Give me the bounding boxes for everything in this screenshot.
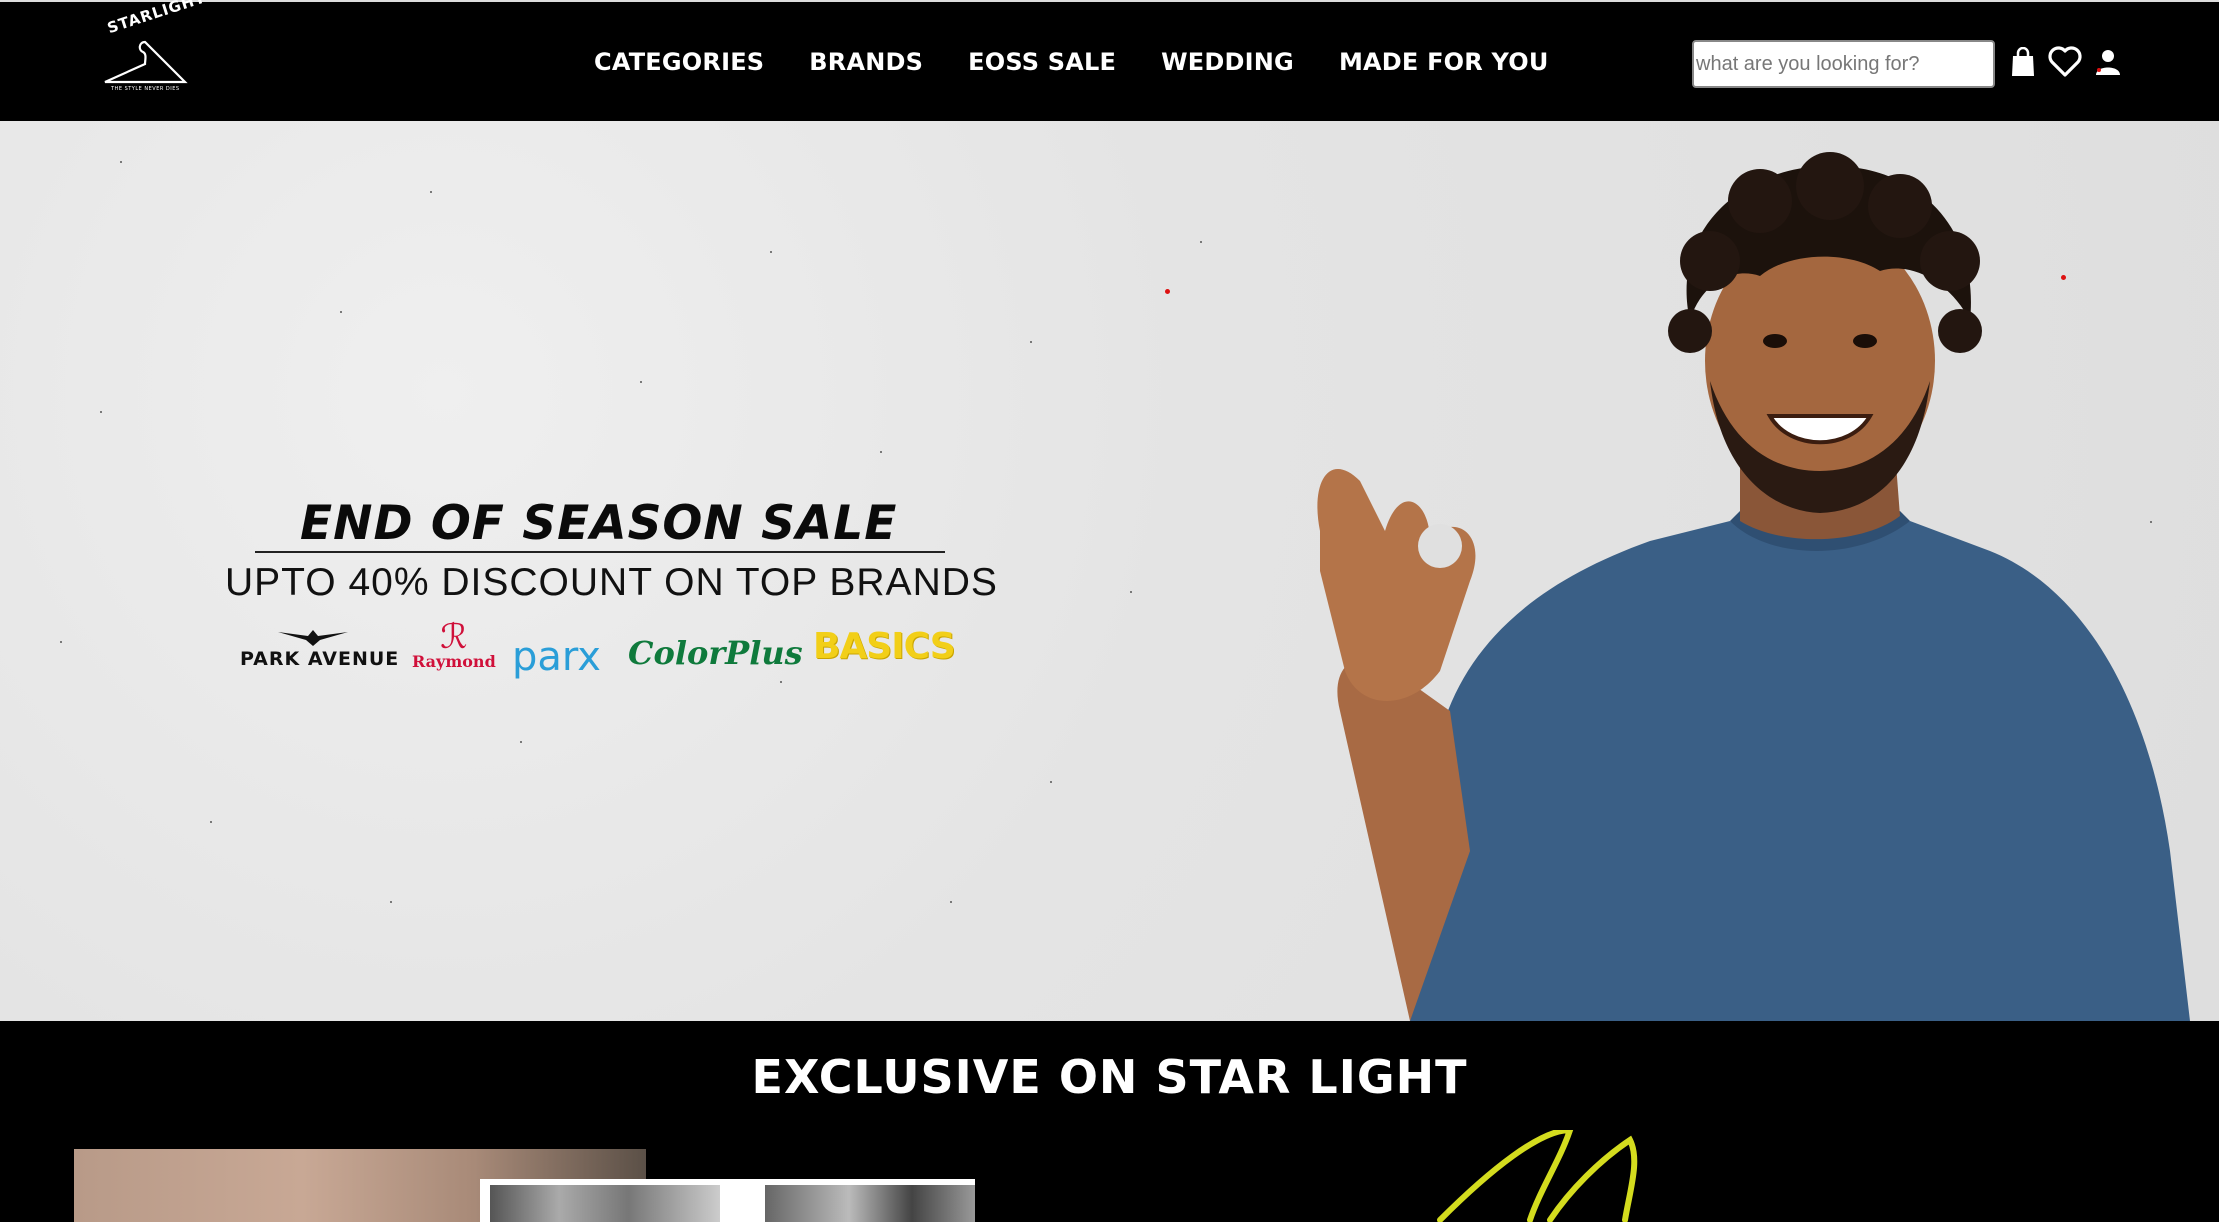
top-navigation-bar: STARLIGHT THE STYLE NEVER DIES CATEGORIE… <box>0 0 2219 121</box>
section-title: EXCLUSIVE ON STAR LIGHT <box>751 1050 1468 1104</box>
model-image <box>1317 152 2190 1021</box>
brand-colorplus: ColorPlus <box>628 634 803 672</box>
decorative-scribble <box>1437 1130 1638 1222</box>
brand-basics: BASICS <box>813 626 956 667</box>
user-icon[interactable] <box>2094 48 2122 76</box>
brand-raymond: ℛ Raymond <box>412 617 496 671</box>
hero-subtitle: UPTO 40% DISCOUNT ON TOP BRANDS <box>225 561 998 604</box>
main-nav: CATEGORIES BRANDS EOSS SALE WEDDING MADE… <box>594 48 1594 76</box>
nav-eoss-sale[interactable]: EOSS SALE <box>968 48 1116 76</box>
nav-brands[interactable]: BRANDS <box>809 48 923 76</box>
logo-tagline: THE STYLE NEVER DIES <box>111 86 180 92</box>
red-dot <box>1165 289 1170 294</box>
brand-park-avenue: PARK AVENUE <box>240 630 399 670</box>
product-card-image[interactable] <box>480 1179 975 1222</box>
street-photo <box>490 1185 720 1222</box>
shopping-bag-icon[interactable] <box>2010 47 2036 77</box>
nav-categories[interactable]: CATEGORIES <box>594 48 764 76</box>
hero-banner[interactable]: END OF SEASON SALE UPTO 40% DISCOUNT ON … <box>0 121 2219 1021</box>
nav-made-for-you[interactable]: MADE FOR YOU <box>1339 48 1549 76</box>
hero-divider <box>255 551 945 553</box>
eagle-icon <box>278 630 348 646</box>
search-input[interactable] <box>1692 40 1995 88</box>
header-icons <box>2010 46 2134 78</box>
street-photo <box>765 1185 975 1222</box>
hero-title: END OF SEASON SALE <box>300 496 898 551</box>
heart-icon[interactable] <box>2048 46 2082 78</box>
brand-parx: parx <box>512 634 601 680</box>
starlight-logo[interactable]: STARLIGHT THE STYLE NEVER DIES <box>95 0 208 100</box>
nav-wedding[interactable]: WEDDING <box>1161 48 1294 76</box>
